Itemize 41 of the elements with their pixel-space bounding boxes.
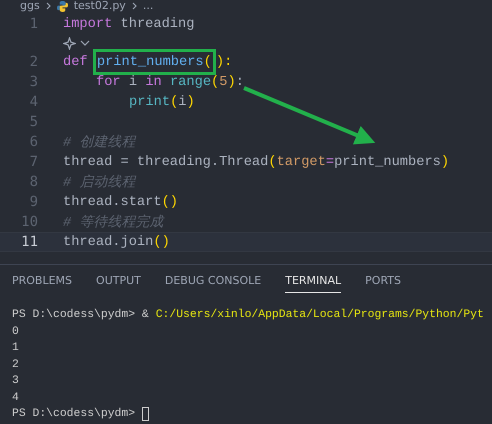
code-line: print(i) xyxy=(128,94,195,110)
panel-tab[interactable]: TERMINAL xyxy=(285,274,342,293)
terminal-output: 3 xyxy=(12,375,19,388)
terminal-prompt: PS D:\codess\pydm> & xyxy=(12,309,149,322)
panel-tab[interactable]: PROBLEMS xyxy=(12,274,72,293)
terminal-prompt: PS D:\codess\pydm> xyxy=(12,408,136,420)
panel-tab[interactable]: DEBUG CONSOLE xyxy=(164,274,262,293)
breadcrumb-item[interactable]: ... xyxy=(142,0,154,12)
line-number: 1 xyxy=(28,16,38,32)
panel-tab[interactable]: PORTS xyxy=(365,274,401,293)
chevron-right-icon xyxy=(46,2,51,10)
line-number: 3 xyxy=(28,74,38,90)
breadcrumb-item[interactable]: test02.py xyxy=(74,0,126,12)
code-line: # 等待线程完成 xyxy=(63,214,164,231)
code-line: import threading xyxy=(63,16,194,32)
line-number: 2 xyxy=(28,54,38,70)
terminal-output: 4 xyxy=(12,392,19,404)
chevron-right-icon xyxy=(132,2,137,10)
line-number: 9 xyxy=(28,194,38,210)
code-line: # 启动线程 xyxy=(63,174,136,191)
line-number: 6 xyxy=(28,134,38,150)
terminal-output: 1 xyxy=(12,342,19,354)
terminal-output: 0 xyxy=(12,326,19,338)
chevron-down-icon[interactable] xyxy=(80,39,90,47)
breadcrumb-item[interactable]: ggs xyxy=(20,0,40,12)
sparkle-icon[interactable] xyxy=(63,36,76,50)
code-line: thread.start() xyxy=(63,194,178,210)
python-file-icon xyxy=(56,0,68,12)
line-number: 11 xyxy=(20,234,38,250)
terminal-output: 2 xyxy=(12,358,19,371)
code-line: thread = threading.Thread(target=print_numbers) xyxy=(63,154,450,170)
code-line: # 创建线程 xyxy=(63,134,136,151)
line-number: 10 xyxy=(20,214,38,230)
line-number: 5 xyxy=(28,114,38,130)
terminal-command: C:/Users/xinlo/AppData/Local/Programs/Python/Pyt xyxy=(156,309,484,322)
code-line: for i in range(5): xyxy=(95,74,244,90)
line-number: 8 xyxy=(28,174,38,190)
code-line: thread.join() xyxy=(63,234,170,250)
panel-tab[interactable]: OUTPUT xyxy=(96,274,141,293)
line-number: 4 xyxy=(28,94,38,110)
line-number: 7 xyxy=(28,154,38,170)
